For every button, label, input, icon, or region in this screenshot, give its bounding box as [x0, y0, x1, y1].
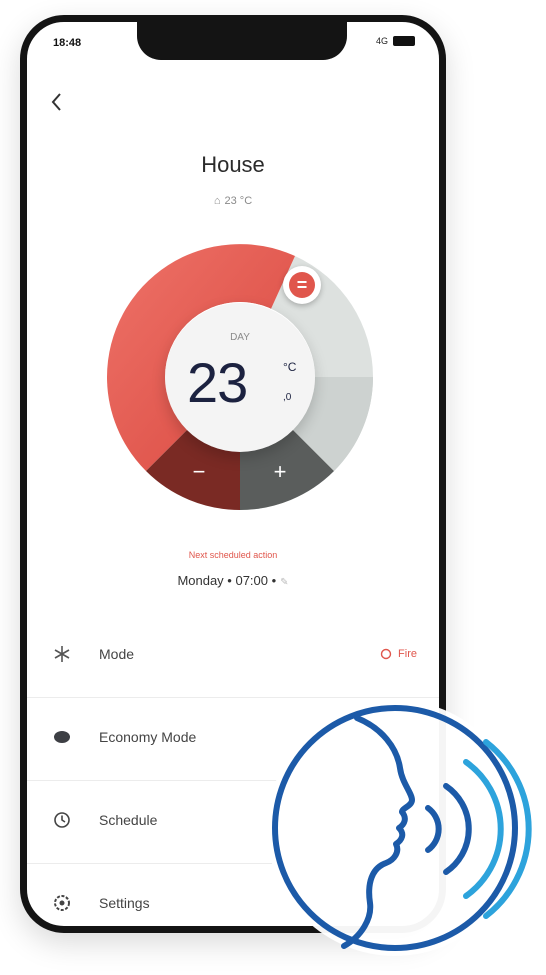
menu-item-label: Mode — [99, 646, 135, 662]
dial-decimal: ,0 — [283, 392, 292, 403]
clock-icon — [54, 812, 70, 828]
gear-icon — [54, 895, 70, 911]
indoor-temp-value: 23 °C — [224, 195, 253, 207]
battery-icon — [393, 36, 415, 46]
equals-icon: = — [289, 272, 315, 298]
menu-item-label: Economy Mode — [99, 729, 197, 745]
dial-mode-label: DAY — [230, 332, 250, 343]
voice-speaking-head-icon — [262, 688, 532, 968]
dial-temperature: 23 — [187, 351, 248, 414]
mode-value: Fire — [380, 648, 417, 660]
status-time: 18:48 — [53, 37, 82, 49]
increase-temperature-button[interactable]: + — [255, 452, 305, 492]
home-icon: ⌂ — [213, 195, 221, 207]
edit-icon[interactable]: ✎ — [280, 577, 288, 588]
menu-item-mode[interactable]: Mode Fire — [27, 615, 439, 698]
network-label: 4G — [375, 36, 388, 46]
dial-center: DAY 23 °C ,0 — [165, 302, 315, 452]
menu-item-label: Settings — [99, 895, 150, 911]
flame-icon — [380, 648, 392, 660]
menu-item-label: Schedule — [99, 812, 158, 828]
indoor-temperature: ⌂ 23 °C — [27, 195, 439, 207]
next-action-label: Next scheduled action — [188, 550, 278, 560]
leaf-icon — [54, 731, 70, 743]
status-right: 4G — [376, 36, 415, 46]
thermostat-dial[interactable]: DAY 23 °C ,0 = − + — [107, 244, 373, 510]
mode-value-text: Fire — [398, 648, 417, 660]
chevron-left-icon — [51, 93, 61, 111]
next-action-time: Monday • 07:00 • ✎ — [27, 573, 439, 588]
page-title: House — [201, 152, 265, 177]
back-button[interactable] — [47, 90, 67, 114]
next-action-time-value: Monday • 07:00 • — [177, 573, 277, 588]
phone-notch — [137, 22, 347, 60]
decrease-temperature-button[interactable]: − — [174, 452, 224, 492]
equals-button[interactable]: = — [283, 266, 321, 304]
dial-unit: °C — [283, 360, 297, 374]
snowflake-icon — [54, 646, 70, 662]
